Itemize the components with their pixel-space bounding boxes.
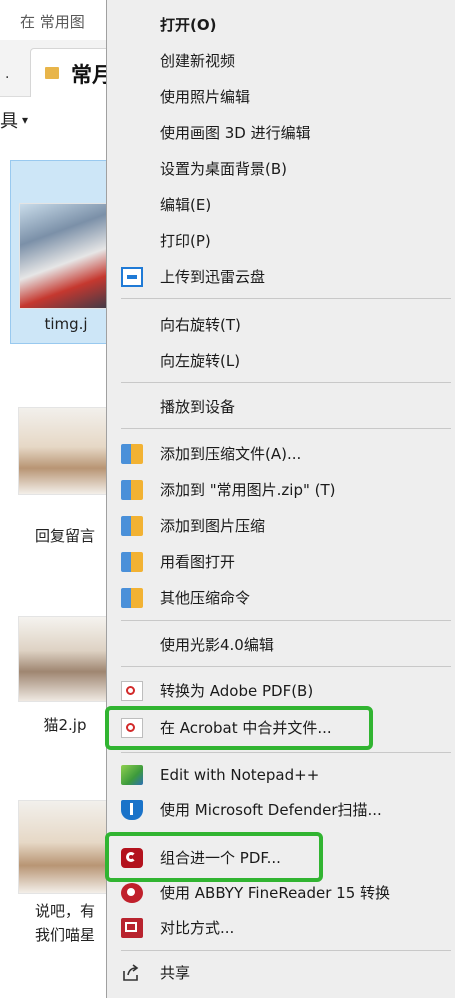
archive-icon: [121, 552, 143, 572]
file-name: timg.j: [44, 315, 88, 333]
highlight-box-acrobat-combine: [105, 706, 373, 750]
tab-previous[interactable]: .: [0, 58, 25, 96]
menu-item-rotate-left[interactable]: 向左旋转(L): [107, 344, 455, 378]
file-name: 猫2.jp: [43, 716, 87, 734]
menu-item-label: 共享: [160, 964, 191, 982]
menu-item-label: 对比方式...: [160, 919, 235, 937]
menu-item-label: 设置为桌面背景(B): [160, 160, 287, 178]
file-item-cat-reply[interactable]: 回复留言: [10, 405, 112, 555]
menu-separator: [121, 752, 451, 753]
menu-item-label: 用看图打开: [160, 553, 236, 571]
menu-separator: [121, 298, 451, 299]
menu-item-rotate-right[interactable]: 向右旋转(T): [107, 308, 455, 342]
highlight-box-combine-pdf: [105, 832, 323, 882]
menu-item-label: 使用照片编辑: [160, 88, 251, 106]
tab-previous-label: .: [5, 66, 10, 82]
address-text: 在 常用图: [20, 13, 85, 31]
shield-icon: [121, 800, 143, 820]
menu-item-label: 创建新视频: [160, 52, 236, 70]
menu-item-add-to-zip[interactable]: 添加到 "常用图片.zip" (T): [107, 473, 455, 507]
menu-item-compare[interactable]: 对比方式...: [107, 911, 455, 945]
file-item-cat2[interactable]: 猫2.jp: [10, 616, 112, 746]
menu-separator: [121, 666, 451, 667]
menu-item-label: 编辑(E): [160, 196, 212, 214]
chevron-down-icon[interactable]: ▾: [22, 113, 28, 127]
menu-item-edit-with-paint3d[interactable]: 使用画图 3D 进行编辑: [107, 116, 455, 150]
archive-icon: [121, 444, 143, 464]
menu-item-share[interactable]: 共享: [107, 956, 455, 990]
menu-item-open-with-viewer[interactable]: 用看图打开: [107, 545, 455, 579]
file-item-cat-message[interactable]: 说吧，有 我们喵星: [10, 800, 112, 950]
tab-current-folder[interactable]: 常月: [30, 48, 113, 97]
menu-item-edit[interactable]: 编辑(E): [107, 188, 455, 222]
menu-item-label: 向右旋转(T): [160, 316, 241, 334]
menu-item-label: 上传到迅雷云盘: [160, 268, 266, 286]
menu-separator: [121, 950, 451, 951]
menu-item-label: Edit with Notepad++: [160, 766, 320, 784]
file-item-timg[interactable]: timg.j: [10, 160, 113, 344]
menu-item-label: 使用 Microsoft Defender扫描...: [160, 801, 382, 819]
menu-item-label: 添加到 "常用图片.zip" (T): [160, 481, 336, 499]
address-bar[interactable]: 在 常用图: [0, 0, 110, 41]
menu-item-defender-scan[interactable]: 使用 Microsoft Defender扫描...: [107, 793, 455, 827]
archive-icon: [121, 588, 143, 608]
menu-item-set-wallpaper[interactable]: 设置为桌面背景(B): [107, 152, 455, 186]
toolbar-tools-label[interactable]: 具: [0, 107, 18, 133]
image-thumbnail: [19, 203, 113, 309]
menu-item-label: 添加到压缩文件(A)...: [160, 445, 302, 463]
menu-item-label: 其他压缩命令: [160, 589, 251, 607]
menu-item-edit-with-photos[interactable]: 使用照片编辑: [107, 80, 455, 114]
menu-item-edit-with-guangying[interactable]: 使用光影4.0编辑: [107, 628, 455, 662]
file-name: 回复留言: [34, 527, 95, 545]
folder-icon: [45, 67, 59, 79]
explorer-toolbar: 具 ▾: [0, 97, 110, 145]
menu-item-label: 使用光影4.0编辑: [160, 636, 274, 654]
file-name-line1: 说吧，有: [34, 902, 95, 920]
menu-item-print[interactable]: 打印(P): [107, 224, 455, 258]
image-thumbnail: [18, 616, 112, 702]
notepad-plus-icon: [121, 765, 143, 785]
menu-item-open[interactable]: 打开(O): [107, 8, 455, 42]
menu-item-label: 播放到设备: [160, 398, 236, 416]
menu-item-label: 添加到图片压缩: [160, 517, 266, 535]
image-thumbnail: [18, 800, 112, 894]
menu-item-label: 向左旋转(L): [160, 352, 241, 370]
archive-icon: [121, 480, 143, 500]
menu-separator: [121, 428, 451, 429]
compare-icon: [121, 918, 143, 938]
abbyy-icon: [121, 883, 143, 903]
menu-item-label: 打开(O): [160, 16, 217, 34]
menu-item-label: 转换为 Adobe PDF(B): [160, 682, 314, 700]
menu-item-add-to-image-compress[interactable]: 添加到图片压缩: [107, 509, 455, 543]
menu-item-add-to-archive[interactable]: 添加到压缩文件(A)...: [107, 437, 455, 471]
menu-item-label: 使用 ABBYY FineReader 15 转换: [160, 884, 391, 902]
menu-item-other-compress[interactable]: 其他压缩命令: [107, 581, 455, 615]
pdf-icon: [121, 681, 143, 701]
menu-item-cast-to-device[interactable]: 播放到设备: [107, 390, 455, 424]
menu-item-label: 使用画图 3D 进行编辑: [160, 124, 311, 142]
tab-bar: . 常月: [0, 40, 113, 97]
file-name-line2: 我们喵星: [34, 926, 95, 944]
image-thumbnail: [18, 407, 112, 495]
menu-separator: [121, 620, 451, 621]
menu-item-label: 打印(P): [160, 232, 211, 250]
menu-separator: [121, 382, 451, 383]
share-icon: [121, 963, 143, 983]
menu-item-convert-to-pdf[interactable]: 转换为 Adobe PDF(B): [107, 674, 455, 708]
cloud-upload-icon: [121, 267, 143, 287]
menu-item-edit-notepadpp[interactable]: Edit with Notepad++: [107, 758, 455, 792]
menu-item-upload-xunlei[interactable]: 上传到迅雷云盘: [107, 260, 455, 294]
menu-item-create-video[interactable]: 创建新视频: [107, 44, 455, 78]
context-menu: 打开(O) 创建新视频 使用照片编辑 使用画图 3D 进行编辑 设置为桌面背景(…: [105, 0, 455, 998]
archive-icon: [121, 516, 143, 536]
